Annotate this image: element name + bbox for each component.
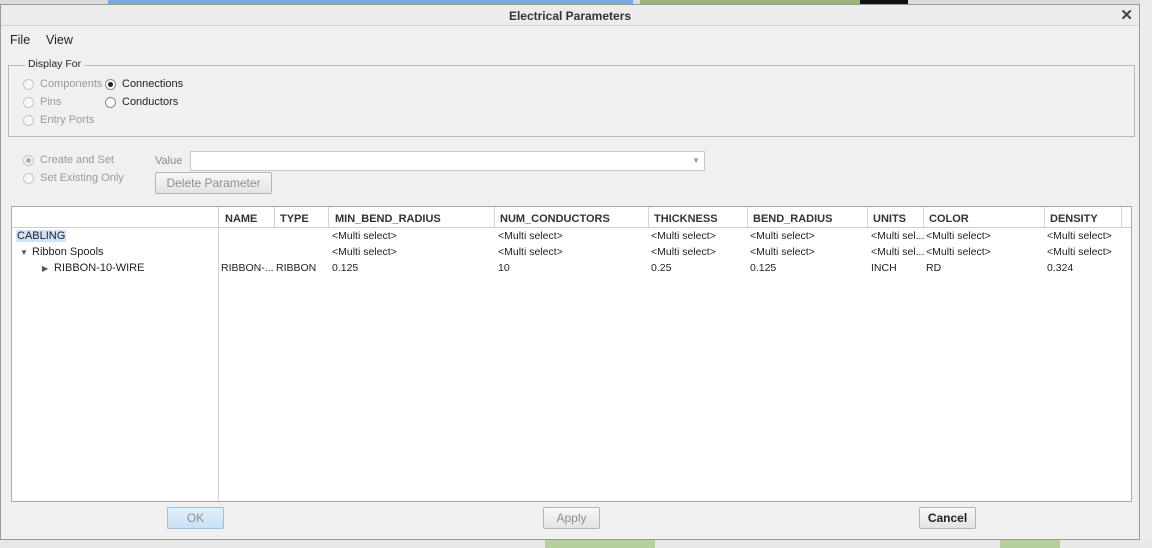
column-separator[interactable] [648, 207, 649, 227]
radio-pins-label: Pins [40, 96, 62, 108]
radio-create-and-set-label: Create and Set [40, 154, 114, 166]
table-header: NAME TYPE MIN_BEND_RADIUS NUM_CONDUCTORS… [12, 207, 1131, 228]
table-cell[interactable]: <Multi sel... [871, 230, 924, 242]
table-cell[interactable]: 0.25 [651, 262, 671, 274]
tree-node-label: CABLING [16, 230, 67, 242]
column-header-density[interactable]: DENSITY [1050, 213, 1098, 225]
column-separator[interactable] [1044, 207, 1045, 227]
table-cell[interactable]: <Multi sel... [871, 246, 924, 258]
tree-node-ribbon-spools[interactable]: ▼ Ribbon Spools [20, 246, 104, 258]
table-cell[interactable]: <Multi select> [498, 246, 563, 258]
radio-button-icon [23, 114, 34, 126]
background-green-patch [1000, 540, 1060, 548]
table-cell[interactable]: 0.125 [332, 262, 358, 274]
column-header-name[interactable]: NAME [225, 213, 257, 225]
column-header-color[interactable]: COLOR [929, 213, 969, 225]
tree-column-divider [218, 207, 219, 501]
expanded-triangle-icon[interactable]: ▼ [20, 248, 32, 257]
radio-connections-label: Connections [122, 78, 184, 90]
radio-button-icon [105, 96, 116, 108]
table-cell[interactable]: 0.125 [750, 262, 776, 274]
tree-node-label: Ribbon Spools [32, 246, 104, 258]
table-cell[interactable]: RIBBON [276, 262, 316, 274]
dropdown-arrow-icon[interactable]: ▼ [692, 156, 700, 165]
column-header-type[interactable]: TYPE [280, 213, 309, 225]
close-icon[interactable]: ✕ [1120, 6, 1133, 24]
radio-create-and-set[interactable]: Create and Set [23, 154, 114, 166]
value-label: Value [155, 155, 183, 167]
table-cell[interactable]: <Multi select> [651, 230, 716, 242]
radio-button-checked-icon [105, 78, 116, 90]
radio-connections[interactable]: Connections [105, 78, 183, 90]
radio-conductors[interactable]: Conductors [105, 96, 178, 108]
tree-node-cabling[interactable]: CABLING [16, 230, 67, 242]
column-separator[interactable] [328, 207, 329, 227]
radio-pins[interactable]: Pins [23, 96, 61, 108]
column-separator[interactable] [274, 207, 275, 227]
background-green-patch [545, 540, 655, 548]
table-cell[interactable]: <Multi select> [1047, 246, 1112, 258]
collapsed-triangle-icon[interactable]: ▶ [42, 264, 54, 273]
table-cell[interactable]: <Multi select> [332, 246, 397, 258]
tree-node-label: RIBBON-10-WIRE [54, 262, 145, 274]
radio-entry-ports-label: Entry Ports [40, 114, 95, 126]
display-for-legend: Display For [25, 58, 85, 70]
radio-button-checked-icon [23, 154, 34, 166]
background-bottom-strip [0, 540, 1152, 548]
title-bar[interactable]: Electrical Parameters ✕ [1, 5, 1139, 26]
value-combobox[interactable]: ▼ [190, 151, 705, 171]
dialog-title: Electrical Parameters [508, 9, 632, 23]
table-cell[interactable]: <Multi select> [926, 230, 991, 242]
column-separator[interactable] [867, 207, 868, 227]
table-cell[interactable]: <Multi select> [926, 246, 991, 258]
cancel-button[interactable]: Cancel [919, 507, 976, 529]
table-cell[interactable]: 0.324 [1047, 262, 1073, 274]
radio-conductors-label: Conductors [122, 96, 179, 108]
column-header-num-conductors[interactable]: NUM_CONDUCTORS [500, 213, 610, 225]
table-cell[interactable]: <Multi select> [332, 230, 397, 242]
radio-set-existing-only[interactable]: Set Existing Only [23, 172, 124, 184]
radio-components[interactable]: Components [23, 78, 102, 90]
electrical-parameters-dialog: Electrical Parameters ✕ File View Displa… [0, 4, 1140, 540]
radio-button-icon [23, 172, 34, 184]
table-cell[interactable]: <Multi select> [498, 230, 563, 242]
column-header-thickness[interactable]: THICKNESS [654, 213, 718, 225]
table-cell[interactable]: <Multi select> [1047, 230, 1112, 242]
table-cell[interactable]: 10 [498, 262, 510, 274]
radio-set-existing-only-label: Set Existing Only [40, 172, 124, 184]
table-cell[interactable]: <Multi select> [750, 246, 815, 258]
table-cell[interactable]: <Multi select> [750, 230, 815, 242]
ok-button[interactable]: OK [167, 507, 224, 529]
menu-file[interactable]: File [10, 33, 30, 47]
radio-components-label: Components [40, 78, 103, 90]
table-cell[interactable]: RIBBON-... [221, 262, 274, 274]
column-header-bend-radius[interactable]: BEND_RADIUS [753, 213, 832, 225]
table-cell[interactable]: <Multi select> [651, 246, 716, 258]
radio-entry-ports[interactable]: Entry Ports [23, 114, 94, 126]
apply-button[interactable]: Apply [543, 507, 600, 529]
delete-parameter-button[interactable]: Delete Parameter [155, 172, 272, 194]
table-cell[interactable]: INCH [871, 262, 897, 274]
menu-bar: File View [1, 26, 1139, 54]
column-separator[interactable] [494, 207, 495, 227]
column-header-units[interactable]: UNITS [873, 213, 906, 225]
radio-button-icon [23, 96, 34, 108]
parameters-table: NAME TYPE MIN_BEND_RADIUS NUM_CONDUCTORS… [11, 206, 1132, 502]
column-separator[interactable] [923, 207, 924, 227]
menu-view[interactable]: View [46, 33, 73, 47]
radio-button-icon [23, 78, 34, 90]
column-separator[interactable] [747, 207, 748, 227]
tree-node-ribbon-10-wire[interactable]: ▶ RIBBON-10-WIRE [42, 262, 144, 274]
column-separator[interactable] [1121, 207, 1122, 227]
column-header-min-bend-radius[interactable]: MIN_BEND_RADIUS [335, 213, 441, 225]
table-cell[interactable]: RD [926, 262, 941, 274]
background-right-edge [1140, 0, 1152, 548]
